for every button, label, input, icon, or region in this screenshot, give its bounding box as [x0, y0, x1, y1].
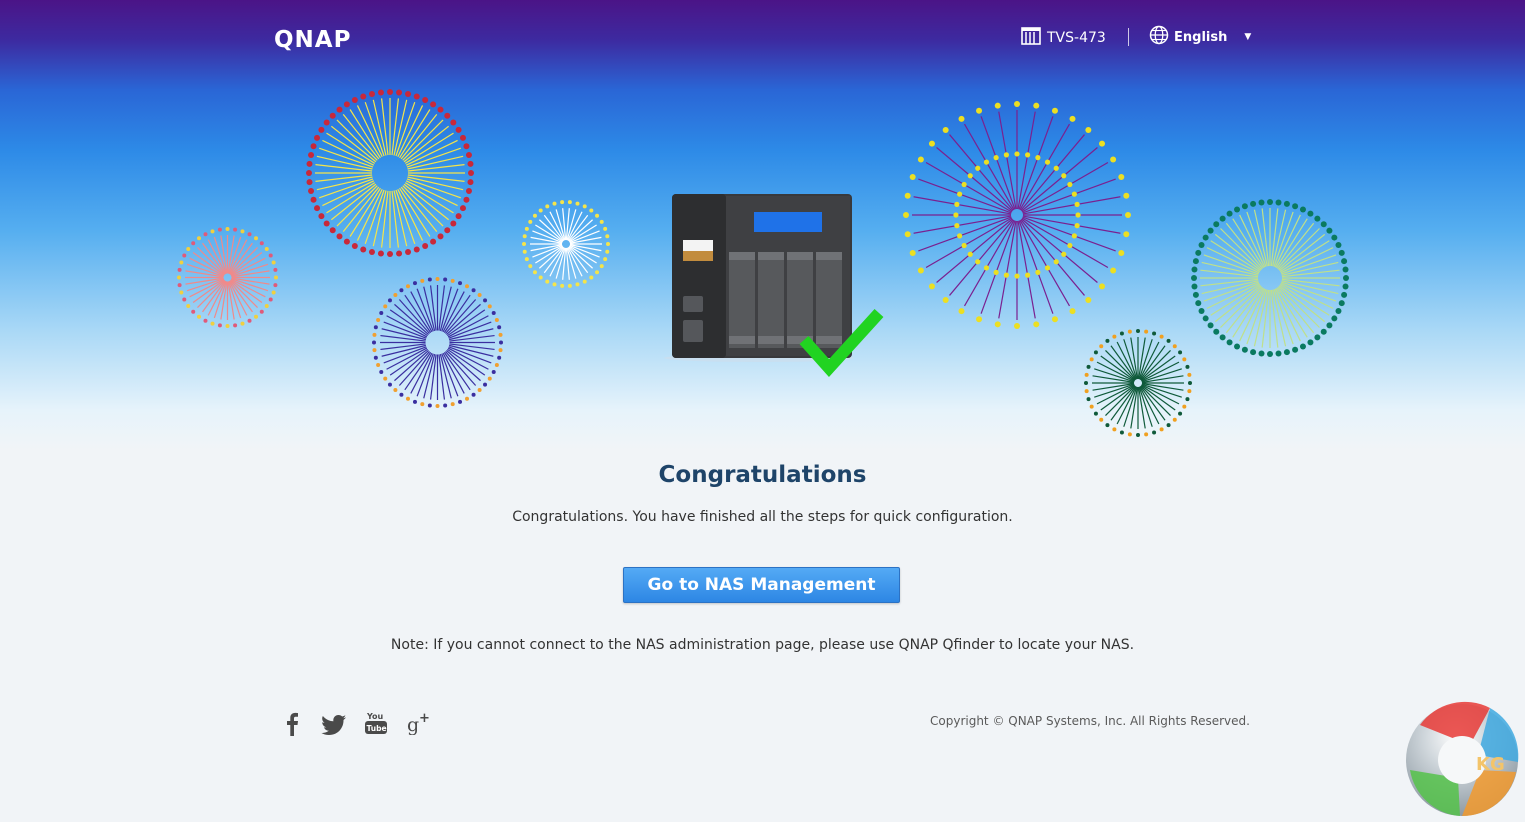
header-divider [1128, 28, 1129, 46]
language-label: English [1174, 29, 1228, 45]
firework-decoration [175, 225, 280, 334]
facebook-icon[interactable] [285, 712, 299, 740]
svg-text:g: g [407, 714, 419, 735]
page-title: Congratulations [658, 462, 867, 488]
firework-decoration [520, 198, 612, 294]
firework-decoration [1190, 198, 1350, 362]
nas-device-icon [1021, 27, 1041, 49]
copyright-text: Copyright © QNAP Systems, Inc. All Right… [930, 714, 1250, 728]
firework-decoration [1082, 327, 1194, 443]
firework-decoration [370, 275, 505, 414]
kg-watermark-logo: KG [1400, 700, 1525, 822]
svg-text:+: + [419, 711, 430, 726]
chevron-down-icon: ▼ [1244, 32, 1252, 42]
nas-model-label: TVS-473 [1047, 30, 1106, 46]
page-subtitle: Congratulations. You have finished all t… [512, 509, 1013, 525]
youtube-icon[interactable]: You Tube [365, 711, 387, 739]
svg-text:You: You [366, 712, 384, 721]
top-bar: QNAP TVS-473 English ▼ [0, 0, 1525, 78]
svg-text:QNAP: QNAP [274, 27, 351, 51]
google-plus-icon[interactable]: g + [407, 711, 431, 739]
help-note: Note: If you cannot connect to the NAS a… [390, 637, 1135, 653]
nas-model: TVS-473 [1021, 27, 1106, 49]
qnap-logo: QNAP [274, 25, 374, 55]
twitter-icon[interactable] [321, 715, 347, 739]
globe-icon [1149, 25, 1169, 49]
nas-device-illustration [664, 190, 889, 389]
svg-text:Tube: Tube [367, 724, 387, 733]
firework-decoration [305, 88, 475, 262]
firework-decoration [902, 100, 1132, 334]
go-to-nas-management-button[interactable]: Go to NAS Management [623, 567, 900, 603]
language-selector[interactable]: English ▼ [1149, 25, 1251, 49]
svg-text:KG: KG [1476, 754, 1505, 775]
